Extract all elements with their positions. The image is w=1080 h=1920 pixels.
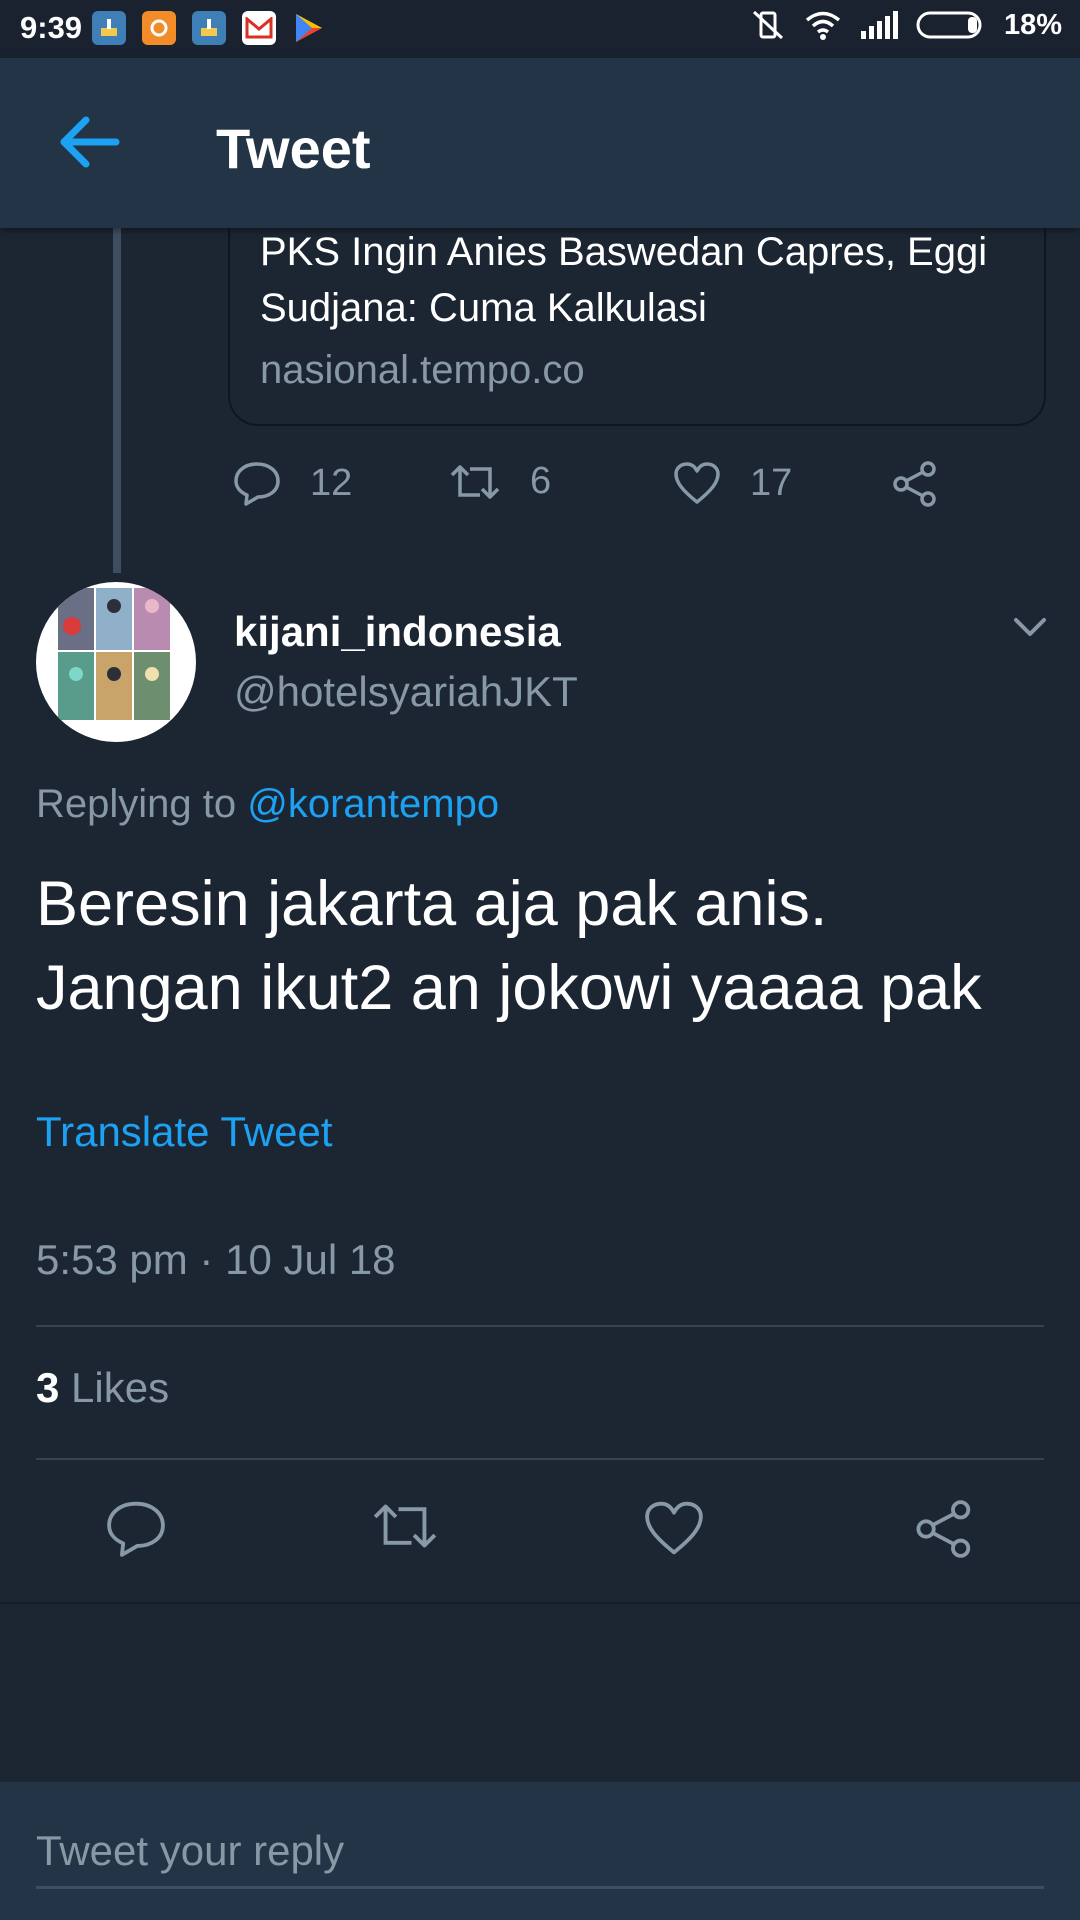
- share-button[interactable]: [912, 1498, 976, 1562]
- retweet-icon: [373, 1504, 437, 1548]
- previous-retweet-button[interactable]: 6: [448, 460, 551, 503]
- app-bar: Tweet: [0, 58, 1080, 228]
- retweet-icon: [450, 464, 500, 499]
- translate-tweet-link[interactable]: Translate Tweet: [36, 1108, 332, 1156]
- reply-input[interactable]: [36, 1816, 1044, 1889]
- tweet-text-line-2: Jangan ikut2 an jokowi yaaaa pak: [36, 953, 982, 1023]
- previous-like-button[interactable]: 17: [672, 460, 792, 506]
- battery-percent: 18%: [1003, 8, 1062, 41]
- reply-icon: [234, 462, 280, 506]
- cleaner-app-icon-2: [192, 11, 226, 45]
- tweet-text-line-1: Beresin jakarta aja pak anis.: [36, 869, 828, 939]
- play-store-icon: [292, 11, 326, 45]
- thread-connector: [113, 228, 121, 573]
- heart-icon: [674, 462, 720, 504]
- replying-to-mention[interactable]: @korantempo: [247, 782, 499, 826]
- previous-share-button[interactable]: [890, 460, 940, 508]
- tweet-timestamp: 5:53 pm · 10 Jul 18: [36, 1236, 396, 1283]
- previous-tweet-actions: 12 6 17: [228, 460, 988, 520]
- likes-label: Likes: [71, 1364, 170, 1411]
- cleaner-app-icon: [92, 11, 126, 45]
- back-arrow-icon: [60, 116, 120, 168]
- notification-icons: [92, 11, 326, 45]
- chevron-down-icon: [1014, 618, 1046, 636]
- signal-icon: [860, 11, 898, 39]
- tweet-text: Beresin jakarta aja pak anis. Jangan iku…: [36, 862, 1046, 1030]
- status-bar: 9:39 18%: [0, 0, 1080, 58]
- link-card-title: PKS Ingin Anies Baswedan Capres, Eggi Su…: [260, 230, 988, 330]
- share-icon: [893, 461, 936, 507]
- status-indicators: 18%: [750, 8, 1062, 42]
- previous-like-count: 17: [750, 461, 793, 504]
- avatar-photo-collage: [58, 588, 170, 720]
- replying-to-line: Replying to @korantempo: [36, 782, 499, 827]
- user-handle[interactable]: @hotelsyariahJKT: [234, 668, 578, 716]
- back-button[interactable]: [56, 112, 126, 172]
- page-title: Tweet: [216, 117, 371, 180]
- previous-retweet-count: 6: [530, 460, 552, 502]
- like-button[interactable]: [642, 1498, 706, 1562]
- link-card-domain: nasional.tempo.co: [260, 348, 585, 392]
- previous-reply-count: 12: [310, 461, 353, 504]
- vibrate-off-icon: [752, 10, 783, 40]
- chat-app-icon: [142, 11, 176, 45]
- status-time: 9:39: [20, 10, 83, 45]
- more-options-button[interactable]: [1010, 612, 1050, 642]
- reply-icon: [107, 1501, 165, 1557]
- reply-button[interactable]: [104, 1498, 168, 1562]
- retweet-button[interactable]: [370, 1498, 437, 1562]
- heart-icon: [645, 1501, 703, 1555]
- section-divider: [0, 1602, 1080, 1604]
- reply-composer: [0, 1782, 1080, 1920]
- display-name[interactable]: kijani_indonesia: [234, 608, 561, 656]
- avatar[interactable]: [36, 582, 196, 742]
- replying-to-label: Replying to: [36, 782, 237, 826]
- tweet-action-bar: [0, 1490, 1080, 1570]
- gmail-icon: [242, 11, 276, 45]
- divider: [36, 1325, 1044, 1327]
- share-icon: [916, 1500, 971, 1558]
- previous-reply-button[interactable]: 12: [232, 460, 352, 506]
- battery-icon: [916, 11, 982, 39]
- divider: [36, 1458, 1044, 1460]
- wifi-icon: [805, 11, 841, 40]
- likes-count: 3: [36, 1364, 60, 1411]
- likes-summary[interactable]: 3 Likes: [36, 1364, 169, 1412]
